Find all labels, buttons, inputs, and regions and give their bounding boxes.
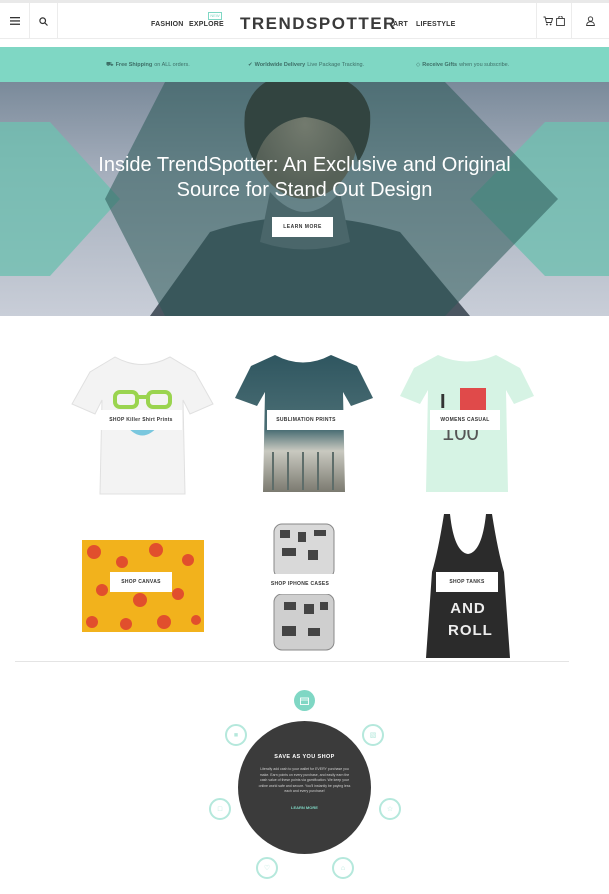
- promo-gifts-text: when you subscribe.: [459, 61, 510, 68]
- promo-delivery-bold: Worldwide Delivery: [254, 61, 306, 68]
- account-button[interactable]: [572, 3, 609, 39]
- product-killer-shirts[interactable]: SHOP Killer Shirt Prints: [70, 352, 215, 497]
- menu-button[interactable]: [0, 3, 30, 39]
- product-canvas[interactable]: SHOP CANVAS: [82, 540, 204, 632]
- product-label: SUBLIMATION PRINTS: [267, 410, 345, 430]
- feature-ring-1[interactable]: ■: [225, 724, 247, 746]
- save-learn-more-link[interactable]: LEARN MORE: [238, 805, 371, 810]
- cart-icon[interactable]: [543, 16, 553, 26]
- hero-banner: Inside TrendSpotter: An Exclusive and Or…: [0, 82, 609, 316]
- promo-shipping-bold: Free Shipping: [115, 61, 153, 68]
- feature-ring-5[interactable]: ♡: [256, 857, 278, 879]
- chat-icon: □: [217, 805, 223, 813]
- tank-print-text: AND ROLL: [448, 600, 493, 639]
- user-icon: [586, 16, 595, 26]
- heart-icon: ♡: [263, 865, 271, 872]
- bag-icon[interactable]: [556, 16, 565, 26]
- product-sublimation[interactable]: SUBLIMATION PRINTS: [233, 352, 373, 497]
- save-as-you-shop-panel: SAVE AS YOU SHOP Literally add cash to y…: [238, 721, 371, 854]
- feature-ring-2[interactable]: ▧: [362, 724, 384, 746]
- wallet-icon: [300, 697, 309, 705]
- product-iphone-cases[interactable]: SHOP IPHONE CASES: [264, 522, 340, 652]
- nav-explore[interactable]: EXPLORE: [189, 21, 224, 28]
- nav-lifestyle[interactable]: LIFESTYLE: [416, 21, 456, 28]
- feature-ring-4[interactable]: ☆: [379, 798, 401, 820]
- product-label: SHOP Killer Shirt Prints: [100, 410, 182, 430]
- feature-ring-3[interactable]: □: [209, 798, 231, 820]
- promo-shipping-text: on ALL orders.: [154, 61, 190, 68]
- promo-strip: ⛟ Free Shipping on ALL orders. ✔ Worldwi…: [0, 47, 609, 82]
- hero-learn-more-button[interactable]: LEARN MORE: [272, 217, 333, 237]
- diamond-icon: ◇: [416, 61, 421, 68]
- promo-gifts-bold: Receive Gifts: [422, 61, 458, 68]
- wallet-icon-badge[interactable]: [294, 690, 315, 711]
- promo-delivery: ✔ Worldwide Delivery Live Package Tracki…: [248, 47, 364, 82]
- save-body: Literally add cash to your wallet for EV…: [258, 767, 351, 793]
- site-header: FASHION EXPLORE NEW TRENDSPOTTER ART LIF…: [0, 3, 609, 39]
- feature-ring-6[interactable]: ⌂: [332, 857, 354, 879]
- save-title: SAVE AS YOU SHOP: [274, 754, 335, 760]
- search-icon: [39, 16, 48, 26]
- gift-icon: ■: [233, 731, 239, 739]
- search-button[interactable]: [30, 3, 58, 39]
- nav-art[interactable]: ART: [393, 21, 408, 28]
- hamburger-icon: [9, 17, 20, 25]
- product-label: SHOP CANVAS: [110, 572, 172, 592]
- page: FASHION EXPLORE NEW TRENDSPOTTER ART LIF…: [0, 0, 609, 894]
- promo-delivery-text: Live Package Tracking.: [307, 61, 365, 68]
- nav-fashion[interactable]: FASHION: [151, 21, 184, 28]
- hero-title-line1: Inside TrendSpotter: An Exclusive and Or…: [98, 154, 511, 176]
- hero-title-line2: Source for Stand Out Design: [176, 179, 433, 201]
- cart-area: [536, 3, 572, 39]
- product-label: SHOP TANKS: [436, 572, 498, 592]
- truck-icon: ⛟: [106, 61, 114, 68]
- promo-gifts: ◇ Receive Gifts when you subscribe.: [416, 47, 509, 82]
- check-icon: ✔: [248, 61, 253, 68]
- site-logo[interactable]: TRENDSPOTTER: [240, 14, 397, 34]
- home-icon: ⌂: [340, 864, 346, 872]
- product-tanks[interactable]: AND ROLL SHOP TANKS: [418, 512, 518, 660]
- hero-title: Inside TrendSpotter: An Exclusive and Or…: [0, 153, 609, 203]
- promo-shipping: ⛟ Free Shipping on ALL orders.: [106, 47, 190, 82]
- ticket-icon: ▧: [369, 732, 377, 739]
- explore-new-badge: NEW: [208, 12, 222, 20]
- product-label: WOMENS CASUAL: [430, 410, 500, 430]
- section-divider: [15, 661, 569, 662]
- star-icon: ☆: [386, 806, 394, 813]
- product-label: SHOP IPHONE CASES: [264, 574, 336, 594]
- product-womens-casual[interactable]: I 100 WOMENS CASUAL: [400, 352, 535, 497]
